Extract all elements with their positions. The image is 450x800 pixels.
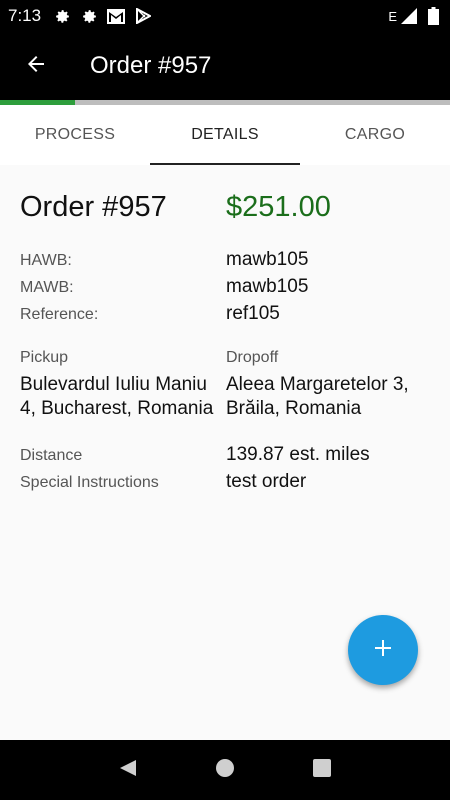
recents-square-icon (312, 758, 331, 782)
gmail-icon (107, 7, 126, 25)
settings-icon (53, 7, 71, 25)
special-instructions-value: test order (226, 471, 307, 492)
arrow-left-icon (24, 52, 48, 81)
network-type-label: E (388, 8, 397, 24)
settings-icon (80, 7, 98, 25)
back-triangle-icon (118, 758, 138, 783)
status-right: E (388, 0, 442, 32)
plus-icon (373, 638, 393, 663)
pickup-label: Pickup (20, 349, 69, 366)
dropoff-address: Aleea Margaretelor 3, Brăila, Romania (226, 374, 409, 419)
special-instructions-row: Special Instructions test order (20, 471, 440, 497)
location-values: Bulevardul Iuliu Maniu 4, Bucharest, Rom… (20, 373, 440, 425)
nav-home-button[interactable] (205, 750, 245, 790)
mawb-row: MAWB: mawb105 (20, 276, 440, 302)
nav-back-button[interactable] (108, 750, 148, 790)
tab-process[interactable]: PROCESS (0, 105, 150, 165)
hawb-label: HAWB: (20, 252, 72, 269)
system-nav-bar (0, 740, 450, 800)
tab-cargo[interactable]: CARGO (300, 105, 450, 165)
reference-value: ref105 (226, 303, 280, 324)
add-fab-button[interactable] (348, 615, 418, 685)
distance-row: Distance 139.87 est. miles (20, 444, 440, 470)
hawb-row: HAWB: mawb105 (20, 249, 440, 275)
app-screen: 7:13 E Order #957 PROCESS DETAILS CARGO … (0, 0, 450, 800)
status-bar: 7:13 E (0, 0, 450, 32)
page-title: Order #957 (90, 52, 212, 79)
distance-label: Distance (20, 447, 83, 464)
back-button[interactable] (6, 32, 66, 100)
dropoff-label: Dropoff (226, 349, 279, 366)
location-labels: Pickup Dropoff (20, 349, 440, 371)
mawb-label: MAWB: (20, 279, 74, 296)
app-bar: Order #957 (0, 32, 450, 100)
battery-icon (424, 7, 442, 25)
play-store-icon (134, 7, 152, 25)
mawb-value: mawb105 (226, 276, 309, 297)
hawb-value: mawb105 (226, 249, 309, 270)
nav-recents-button[interactable] (302, 750, 342, 790)
pickup-address: Bulevardul Iuliu Maniu 4, Bucharest, Rom… (20, 374, 214, 419)
signal-icon (400, 7, 418, 25)
home-circle-icon (215, 758, 235, 783)
reference-row: Reference: ref105 (20, 303, 440, 329)
distance-value: 139.87 est. miles (226, 444, 370, 465)
tab-bar: PROCESS DETAILS CARGO (0, 105, 450, 165)
reference-label: Reference: (20, 306, 99, 323)
order-price: $251.00 (226, 191, 331, 223)
order-header: Order #957 $251.00 (20, 191, 440, 227)
tab-details[interactable]: DETAILS (150, 105, 300, 165)
order-number: Order #957 (20, 191, 167, 223)
special-instructions-label: Special Instructions (20, 474, 159, 491)
status-time: 7:13 (8, 6, 42, 25)
